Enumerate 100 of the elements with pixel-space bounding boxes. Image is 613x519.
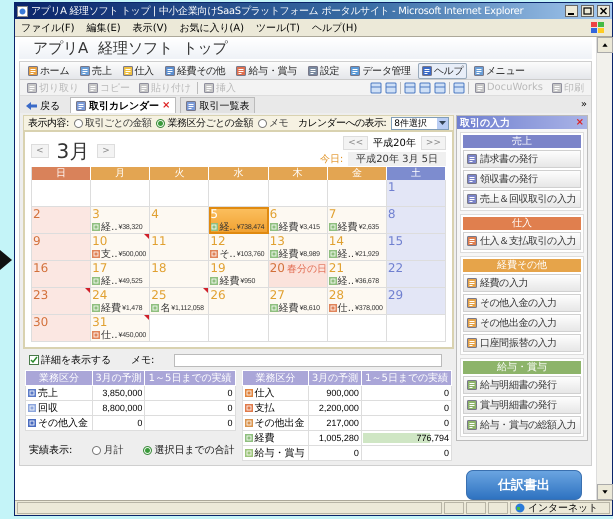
tab[interactable]: 取引一覧表 (180, 97, 256, 113)
action-button[interactable]: 給与明細書の発行 (463, 376, 581, 394)
radio-option[interactable]: メモ (258, 116, 288, 130)
action-button[interactable]: 口座間振替の入力 (463, 334, 581, 352)
scroll-down-button[interactable] (597, 484, 613, 500)
document-icon (467, 194, 477, 204)
document-icon (467, 278, 477, 288)
tab-close-button[interactable]: × (162, 100, 170, 111)
triangle-pointer-icon (0, 250, 12, 270)
document-icon (467, 400, 477, 410)
table-cell: 900,000 (308, 386, 362, 400)
back-button[interactable]: 戻る (24, 98, 66, 113)
day-number: 25 (151, 289, 167, 302)
maximize-button[interactable] (581, 5, 594, 17)
close-button[interactable] (597, 5, 610, 17)
format-tool-icon[interactable] (370, 82, 382, 94)
menu-item[interactable]: ファイル(F) (21, 20, 75, 34)
page-title: アプリA 経理ソフト トップ (33, 38, 228, 58)
category-label: 仕入 (254, 386, 274, 400)
table-header-cell: 1～5日までの実績 (144, 370, 235, 386)
security-zone: インターネット (528, 502, 598, 515)
day-number: 20 (270, 262, 285, 275)
weekday-header: 木 (268, 167, 328, 180)
memo-field[interactable] (174, 354, 442, 366)
day-number: 14 (328, 235, 344, 248)
toolbar-button[interactable]: 売上 (76, 62, 116, 78)
toolbar-button[interactable]: 仕入 (118, 62, 158, 78)
toolbar-button[interactable]: ヘルプ (418, 62, 467, 78)
overflow-chevron[interactable]: » (580, 99, 587, 110)
window-title: アプリA 経理ソフト トップ | 中小企業向けSaaSプラットフォーム ポータルサイト - Microsoft Internet Explorer (31, 4, 525, 18)
toolbar-button[interactable]: 給与・賞与 (232, 62, 301, 78)
action-button[interactable]: 売上＆回収取引の入力 (463, 190, 581, 208)
radio-option[interactable]: 月計 (92, 443, 124, 457)
action-button[interactable]: 賞与明細書の発行 (463, 396, 581, 414)
toolbar-button[interactable]: ホーム (24, 62, 74, 78)
action-button[interactable]: 請求書の発行 (463, 150, 581, 168)
dropdown[interactable]: 8件選択 (391, 116, 449, 130)
calendar-day-cell[interactable] (268, 315, 328, 342)
day-number: 11 (151, 235, 167, 248)
action-button[interactable]: その他入金の入力 (463, 294, 581, 312)
action-button[interactable]: 仕入＆支払取引の入力 (463, 232, 581, 250)
day-number: 15 (388, 235, 404, 248)
day-number: 31 (92, 316, 108, 329)
menu-item[interactable]: お気に入り(A) (179, 20, 244, 34)
radio-option[interactable]: 選択日までの合計 (143, 443, 234, 457)
toolbar-button[interactable]: 設定 (304, 62, 344, 78)
action-button[interactable]: 給与・賞与の総額入力 (463, 416, 581, 434)
menu-item[interactable]: ヘルプ(H) (312, 20, 358, 34)
format-tool-icon[interactable] (434, 82, 446, 94)
tab[interactable]: 取引カレンダー × (70, 97, 176, 113)
action-button[interactable]: 経費の入力 (463, 274, 581, 292)
table-cell: 3,850,000 (92, 386, 145, 400)
status-panel (466, 502, 486, 514)
document-icon (467, 174, 477, 184)
entry-category: 仕.. (338, 302, 354, 314)
toolbar-button[interactable]: メニュー (470, 62, 529, 78)
document-icon (552, 82, 562, 92)
radio-option[interactable]: 業務区分ごとの金額 (156, 116, 253, 130)
action-button[interactable]: その他出金の入力 (463, 314, 581, 332)
day-number: 26 (210, 289, 226, 302)
table-header-cell: 1～5日までの実績 (361, 370, 452, 386)
calendar-day-cell[interactable] (150, 180, 210, 207)
scroll-up-button[interactable] (597, 37, 613, 53)
minimize-button[interactable] (565, 5, 578, 17)
calendar-day-cell[interactable] (328, 180, 387, 207)
format-tool-icon[interactable] (384, 82, 397, 94)
checkbox[interactable]: 詳細を表示する (29, 353, 111, 367)
day-number: 4 (151, 208, 159, 221)
calendar-day-cell[interactable] (386, 315, 446, 342)
menu-item[interactable]: ツール(T) (256, 20, 300, 34)
calendar-day-cell[interactable] (209, 315, 269, 342)
calendar-day-cell[interactable] (268, 180, 328, 207)
calendar-day-cell[interactable] (328, 315, 387, 342)
table-cell: 1,005,280 (308, 430, 362, 446)
entry-category: 経費 (101, 302, 122, 314)
vertical-scrollbar[interactable] (596, 37, 612, 500)
calendar-day-cell[interactable] (32, 180, 92, 207)
format-tool-icon[interactable] (404, 82, 416, 94)
document-icon (467, 318, 477, 328)
menu-item[interactable]: 表示(V) (132, 20, 168, 34)
memo-label: メモ: (131, 354, 154, 367)
day-number: 28 (328, 289, 344, 302)
format-tool-icon[interactable] (452, 82, 465, 94)
format-tool-icon[interactable] (418, 82, 431, 94)
menu-item[interactable]: 編集(E) (86, 20, 121, 34)
radio-option[interactable]: 取引ごとの金額 (74, 116, 152, 130)
today-date: 平成20年 3月 5日 (348, 152, 446, 166)
export-button[interactable]: 仕訳書出 (466, 470, 582, 500)
entry-category: 経費 (219, 274, 240, 287)
toolbar-button[interactable]: 経費その他 (160, 62, 230, 78)
calendar-day-cell[interactable] (150, 315, 210, 342)
category-label: 給与・賞与 (254, 446, 304, 460)
day-number: 24 (92, 289, 108, 302)
calendar-day-cell[interactable] (91, 180, 150, 207)
calendar-day-cell[interactable] (209, 180, 269, 207)
toolbar-button[interactable]: データ管理 (346, 62, 415, 78)
day-number: 16 (33, 262, 48, 275)
day-number: 29 (388, 289, 404, 302)
document-icon (76, 100, 86, 110)
action-button[interactable]: 領収書の発行 (463, 170, 581, 188)
